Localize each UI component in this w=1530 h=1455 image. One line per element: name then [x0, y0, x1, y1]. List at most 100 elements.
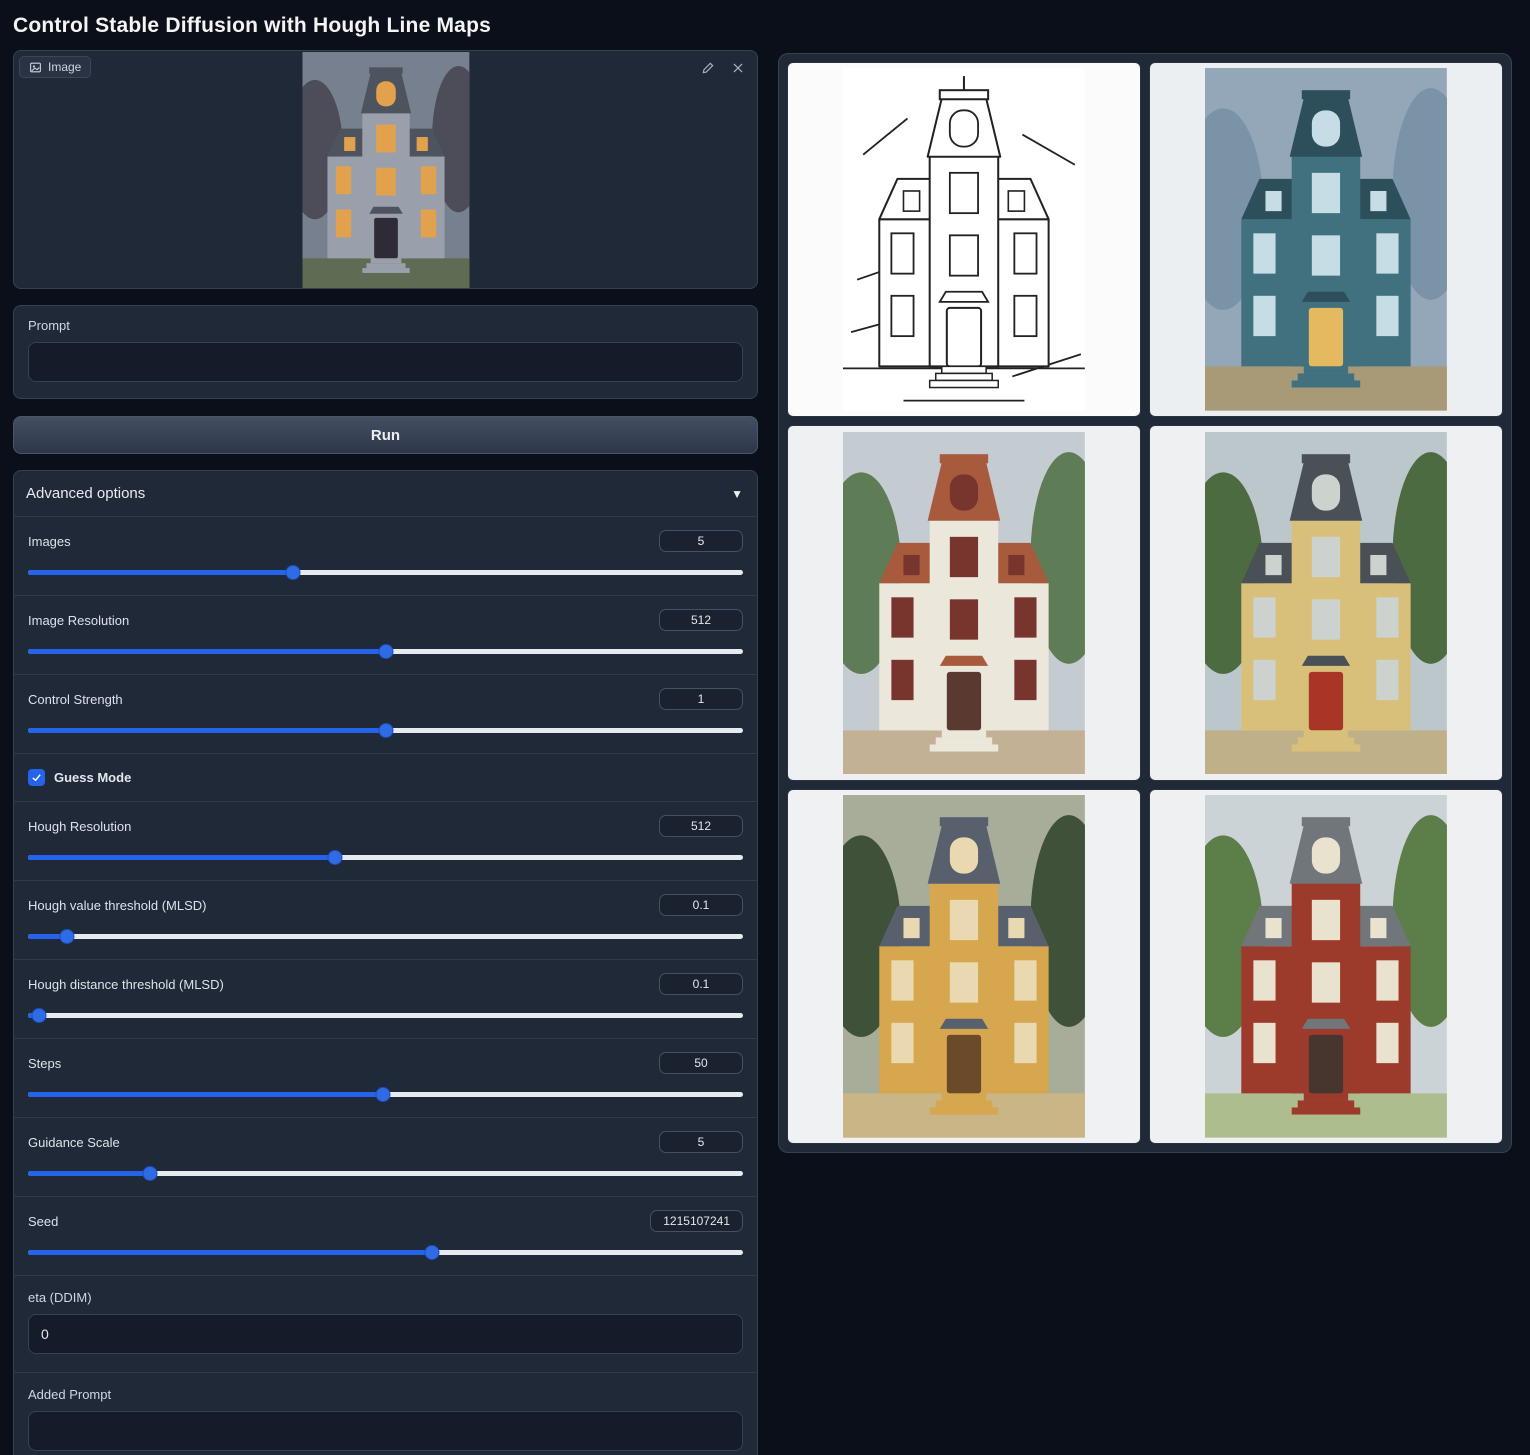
slider-value-input[interactable]: 1 — [659, 688, 743, 710]
slider[interactable] — [28, 929, 743, 944]
generated-image — [843, 795, 1085, 1138]
gallery-item[interactable] — [1149, 789, 1503, 1144]
added-prompt-label: Added Prompt — [28, 1387, 743, 1402]
slider-row-hough-distance-threshold: Hough distance threshold (MLSD) 0.1 — [14, 959, 757, 1038]
slider-value-input[interactable]: 5 — [659, 1131, 743, 1153]
generated-image — [1205, 795, 1447, 1138]
slider-thumb[interactable] — [424, 1245, 439, 1260]
gallery-item[interactable] — [787, 789, 1141, 1144]
hough-line-map-image — [843, 68, 1085, 411]
app-layout: Image Prompt Run Advanced options ▼ — [0, 50, 1530, 1455]
image-label-text: Image — [48, 60, 81, 74]
generated-image — [1205, 68, 1447, 411]
slider-track[interactable] — [28, 1013, 743, 1018]
clear-image-button[interactable] — [729, 59, 747, 77]
slider-track[interactable] — [28, 934, 743, 939]
prompt-block: Prompt — [13, 305, 758, 399]
slider-thumb[interactable] — [31, 1008, 46, 1023]
close-icon — [731, 61, 745, 75]
added-prompt-row: Added Prompt — [14, 1372, 757, 1455]
uploaded-image-wrap — [302, 52, 469, 289]
slider-label: Hough value threshold (MLSD) — [28, 898, 206, 913]
guess-mode-label: Guess Mode — [54, 770, 131, 785]
image-icon — [29, 61, 42, 74]
slider-label: Guidance Scale — [28, 1135, 120, 1150]
slider-fill — [28, 1250, 432, 1255]
slider-label: Image Resolution — [28, 613, 129, 628]
left-column: Image Prompt Run Advanced options ▼ — [13, 50, 758, 1455]
slider-fill — [28, 570, 293, 575]
advanced-options-panel: Advanced options ▼ Images 5 Image Resolu — [13, 470, 758, 1455]
generated-image — [1205, 432, 1447, 775]
gallery-item[interactable] — [1149, 425, 1503, 780]
slider-thumb[interactable] — [378, 723, 393, 738]
output-gallery — [778, 53, 1512, 1153]
gallery-item[interactable] — [787, 425, 1141, 780]
guess-mode-row: Guess Mode — [14, 753, 757, 801]
page-title: Control Stable Diffusion with Hough Line… — [13, 14, 1517, 38]
image-upload-panel: Image — [13, 50, 758, 289]
slider-row-hough-value-threshold: Hough value threshold (MLSD) 0.1 — [14, 880, 757, 959]
slider-fill — [28, 649, 386, 654]
slider-value-input[interactable]: 0.1 — [659, 894, 743, 916]
edit-image-button[interactable] — [699, 59, 717, 77]
prompt-input[interactable] — [28, 342, 743, 382]
slider[interactable] — [28, 565, 743, 580]
slider-row-image-resolution: Image Resolution 512 — [14, 595, 757, 674]
slider-value-input[interactable]: 512 — [659, 609, 743, 631]
slider-thumb[interactable] — [376, 1087, 391, 1102]
slider-label: Hough Resolution — [28, 819, 131, 834]
advanced-options-title: Advanced options — [26, 485, 145, 502]
prompt-label: Prompt — [28, 318, 743, 333]
input-image — [302, 52, 469, 289]
guess-mode-checkbox[interactable] — [28, 769, 45, 786]
slider-thumb[interactable] — [59, 929, 74, 944]
slider-thumb[interactable] — [378, 644, 393, 659]
added-prompt-input[interactable] — [28, 1411, 743, 1451]
slider-thumb[interactable] — [328, 850, 343, 865]
slider[interactable] — [28, 723, 743, 738]
slider[interactable] — [28, 850, 743, 865]
slider[interactable] — [28, 1166, 743, 1181]
slider-thumb[interactable] — [142, 1166, 157, 1181]
slider-value-input[interactable]: 0.1 — [659, 973, 743, 995]
checkmark-icon — [31, 772, 42, 783]
slider-row-images: Images 5 — [14, 516, 757, 595]
slider-row-guidance-scale: Guidance Scale 5 — [14, 1117, 757, 1196]
slider-label: Images — [28, 534, 71, 549]
slider-fill — [28, 855, 335, 860]
slider-value-input[interactable]: 50 — [659, 1052, 743, 1074]
slider[interactable] — [28, 644, 743, 659]
eta-label: eta (DDIM) — [28, 1290, 743, 1305]
run-button[interactable]: Run — [13, 416, 758, 454]
collapse-arrow-icon[interactable]: ▼ — [731, 487, 743, 501]
slider-row-hough-resolution: Hough Resolution 512 — [14, 801, 757, 880]
slider-fill — [28, 728, 386, 733]
slider-label: Steps — [28, 1056, 61, 1071]
slider[interactable] — [28, 1008, 743, 1023]
slider-label: Hough distance threshold (MLSD) — [28, 977, 224, 992]
slider-row-control-strength: Control Strength 1 — [14, 674, 757, 753]
right-column — [778, 50, 1512, 1153]
slider-fill — [28, 1092, 383, 1097]
slider-thumb[interactable] — [285, 565, 300, 580]
advanced-options-header[interactable]: Advanced options ▼ — [14, 471, 757, 516]
slider-value-input[interactable]: 5 — [659, 530, 743, 552]
slider-row-steps: Steps 50 — [14, 1038, 757, 1117]
pencil-icon — [701, 61, 715, 75]
slider-value-input[interactable]: 512 — [659, 815, 743, 837]
slider-value-input[interactable]: 1215107241 — [650, 1210, 743, 1232]
eta-row: eta (DDIM) — [14, 1275, 757, 1372]
eta-input[interactable] — [28, 1314, 743, 1354]
gallery-item[interactable] — [1149, 62, 1503, 417]
slider[interactable] — [28, 1245, 743, 1260]
slider-row-seed: Seed 1215107241 — [14, 1196, 757, 1275]
slider-label: Seed — [28, 1214, 58, 1229]
image-actions — [699, 59, 747, 77]
slider[interactable] — [28, 1087, 743, 1102]
image-component-label: Image — [19, 56, 91, 78]
slider-label: Control Strength — [28, 692, 123, 707]
gallery-item[interactable] — [787, 62, 1141, 417]
slider-fill — [28, 1171, 150, 1176]
generated-image — [843, 432, 1085, 775]
